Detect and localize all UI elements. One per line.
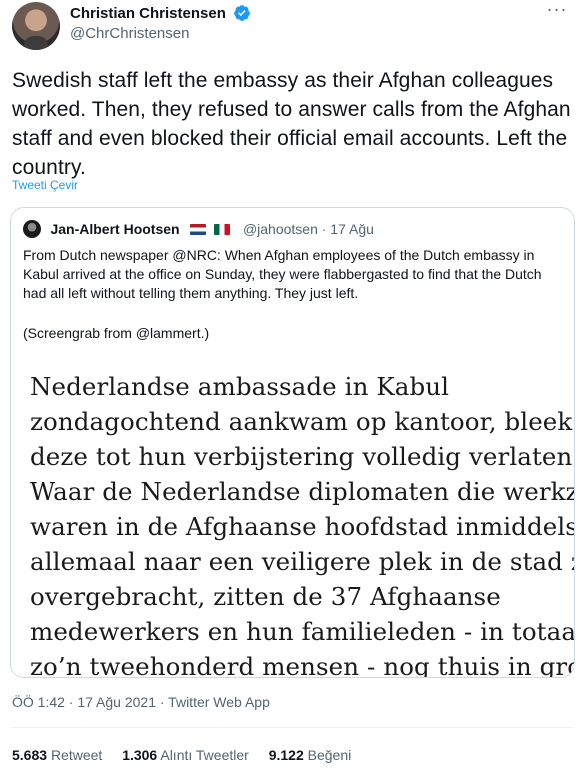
quoted-tweet[interactable]: Jan-Albert Hootsen @jahootsen · 17 Ağu F… — [10, 207, 575, 678]
tweet-timestamp[interactable]: ÖÖ 1:42 · 17 Ağu 2021 · Twitter Web App — [12, 694, 270, 710]
retweets-count: 5.683 — [12, 747, 48, 763]
translate-tweet-link[interactable]: Tweeti Çevir — [12, 178, 78, 192]
quoted-tweet-text: From Dutch newspaper @NRC: When Afghan e… — [23, 247, 542, 301]
mexico-flag-icon — [214, 223, 231, 235]
image-text-line: medewerkers en hun familieleden - in tot… — [30, 617, 575, 646]
quoted-avatar — [23, 220, 41, 238]
quoted-tweet-header: Jan-Albert Hootsen @jahootsen · 17 Ağu — [23, 220, 374, 240]
quote-tweets-stat[interactable]: 1.306 Alıntı Tweetler — [122, 747, 249, 763]
likes-stat[interactable]: 9.122 Beğeni — [269, 747, 352, 763]
quote-tweets-label: Alıntı Tweetler — [160, 747, 249, 763]
retweets-stat[interactable]: 5.683 Retweet — [12, 747, 102, 763]
likes-label: Beğeni — [307, 747, 352, 763]
likes-count: 9.122 — [268, 747, 304, 763]
tweet-header: Christian Christensen @ChrChristensen ··… — [12, 0, 572, 52]
image-text-line: waren in de Afghaanse hoofdstad inmiddel… — [30, 512, 575, 541]
image-text-line: zo’n tweehonderd mensen - nog thuis in g… — [30, 652, 575, 678]
quote-tweets-count: 1.306 — [122, 747, 158, 763]
image-text-line: allemaal naar een veiligere plek in de s… — [30, 547, 575, 576]
image-text-line: zondagochtend aankwam op kantoor, bleek — [30, 407, 573, 436]
author-display-name[interactable]: Christian Christensen — [70, 5, 226, 22]
divider — [12, 727, 572, 728]
image-text-line: overgebracht, zitten de 37 Afghaanse — [30, 582, 501, 611]
avatar[interactable] — [12, 2, 60, 50]
tweet-text: Swedish staff left the embassy as their … — [12, 69, 571, 179]
quoted-author-name: Jan-Albert Hootsen — [50, 221, 180, 237]
author-info: Christian Christensen @ChrChristensen — [70, 4, 251, 42]
tweet-stats: 5.683 Retweet 1.306 Alıntı Tweetler 9.12… — [12, 747, 367, 763]
quoted-handle-date: @jahootsen · 17 Ağu — [242, 221, 374, 237]
author-handle[interactable]: @ChrChristensen — [70, 25, 251, 42]
verified-badge-icon — [234, 5, 251, 21]
image-text-line: Nederlandse ambassade in Kabul — [30, 372, 450, 401]
retweets-label: Retweet — [50, 747, 103, 763]
image-text-line: Waar de Nederlandse diplomaten die werkz… — [30, 477, 575, 506]
image-text-line: deze tot hun verbijstering volledig verl… — [30, 442, 575, 471]
quoted-tweet-image[interactable]: Nederlandse ambassade in Kabul zondagoch… — [11, 354, 575, 678]
quoted-tweet-credit: (Screengrab from @lammert.) — [23, 325, 210, 341]
netherlands-flag-icon — [190, 223, 207, 235]
more-options-icon[interactable]: ··· — [542, 0, 572, 22]
